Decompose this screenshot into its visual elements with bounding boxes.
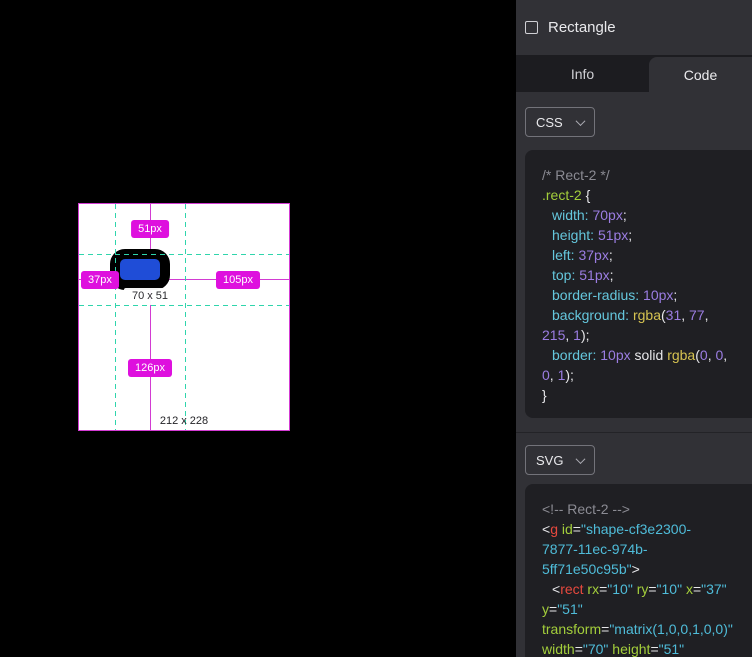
chevron-down-icon <box>576 454 586 464</box>
rectangle-shape[interactable] <box>110 249 170 290</box>
code-line: <rect rx="10" ry="10" x="37" <box>542 579 752 599</box>
code-line: border: 10px solid rgba(0, 0, <box>542 345 752 365</box>
measure-badge-right: 105px <box>216 271 260 289</box>
tab-info[interactable]: Info <box>516 55 649 92</box>
svg-format-value: SVG <box>536 453 563 468</box>
code-line: top: 51px; <box>542 265 752 285</box>
code-line: /* Rect-2 */ <box>542 165 752 185</box>
board[interactable]: 51px 37px 105px 126px 70 x 51 212 x 228 <box>78 203 290 431</box>
code-line: 215, 1); <box>542 325 752 345</box>
code-line: y="51" <box>542 599 752 619</box>
css-format-value: CSS <box>536 115 563 130</box>
svg-format-select[interactable]: SVG <box>525 445 595 475</box>
code-line: transform="matrix(1,0,0,1,0,0)" <box>542 619 752 639</box>
board-size-label: 212 x 228 <box>160 415 208 427</box>
guide-line-right <box>185 204 186 430</box>
css-format-select[interactable]: CSS <box>525 107 595 137</box>
code-line: .rect-2 { <box>542 185 752 205</box>
layer-name: Rectangle <box>548 19 616 36</box>
panel-header: Rectangle <box>516 0 752 55</box>
code-line: width="70" height="51" <box>542 639 752 657</box>
measure-badge-left: 37px <box>81 271 119 289</box>
guide-line-top <box>79 254 289 255</box>
measure-badge-bottom: 126px <box>128 359 172 377</box>
guide-line-bottom <box>79 305 289 306</box>
code-line: left: 37px; <box>542 245 752 265</box>
right-panel: Rectangle Info Code CSS /* Rect-2 */.rec… <box>516 0 752 657</box>
shape-size-label: 70 x 51 <box>124 288 176 305</box>
tab-bar: Info Code <box>516 55 752 92</box>
tab-code[interactable]: Code <box>649 57 752 92</box>
code-line: 7877-11ec-974b- <box>542 539 752 559</box>
css-code-block[interactable]: /* Rect-2 */.rect-2 {width: 70px;height:… <box>525 150 752 418</box>
code-line: background: rgba(31, 77, <box>542 305 752 325</box>
code-line: <!-- Rect-2 --> <box>542 499 752 519</box>
code-line: <g id="shape-cf3e2300- <box>542 519 752 539</box>
svg-section: SVG <!-- Rect-2 --><g id="shape-cf3e2300… <box>516 433 752 657</box>
code-line: 5ff71e50c95b"> <box>542 559 752 579</box>
css-section: CSS /* Rect-2 */.rect-2 {width: 70px;hei… <box>516 92 752 418</box>
canvas-area[interactable]: 51px 37px 105px 126px 70 x 51 212 x 228 <box>0 0 516 657</box>
code-line: 0, 1); <box>542 365 752 385</box>
measure-badge-top: 51px <box>131 220 169 238</box>
code-line: border-radius: 10px; <box>542 285 752 305</box>
code-line: } <box>542 385 752 405</box>
guide-line-left <box>115 204 116 430</box>
code-line: width: 70px; <box>542 205 752 225</box>
code-line: height: 51px; <box>542 225 752 245</box>
svg-code-block[interactable]: <!-- Rect-2 --><g id="shape-cf3e2300-787… <box>525 484 752 657</box>
chevron-down-icon <box>576 116 586 126</box>
layer-checkbox[interactable] <box>525 21 538 34</box>
